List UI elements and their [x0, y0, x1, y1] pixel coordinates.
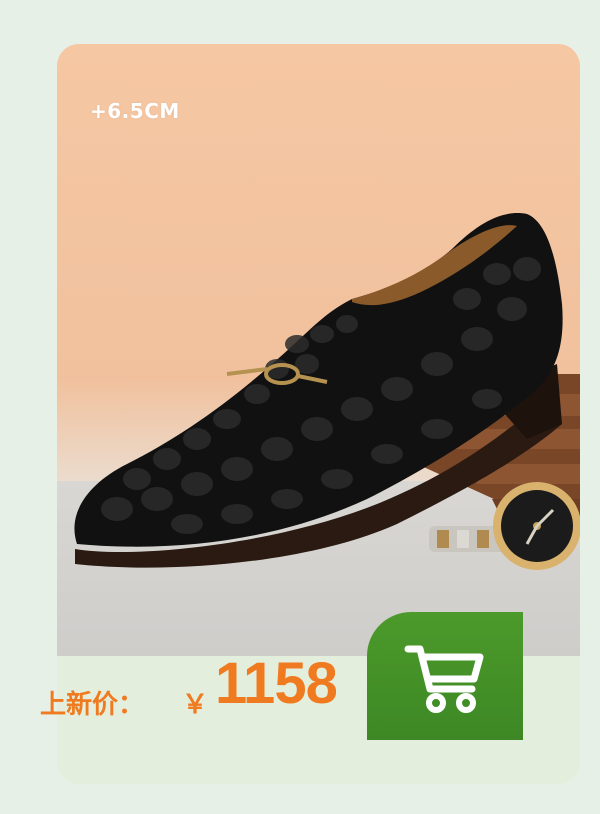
- loafer-shoe-image: [74, 213, 580, 570]
- currency-symbol: ￥: [182, 690, 209, 720]
- shopping-cart-icon: [404, 645, 484, 713]
- height-badge: +6.5CM: [90, 99, 180, 123]
- price-label: 上新价：: [40, 690, 145, 720]
- price-value: 1158: [215, 651, 338, 716]
- product-photo[interactable]: +6.5CM: [57, 44, 580, 656]
- add-to-cart-button[interactable]: [367, 612, 523, 740]
